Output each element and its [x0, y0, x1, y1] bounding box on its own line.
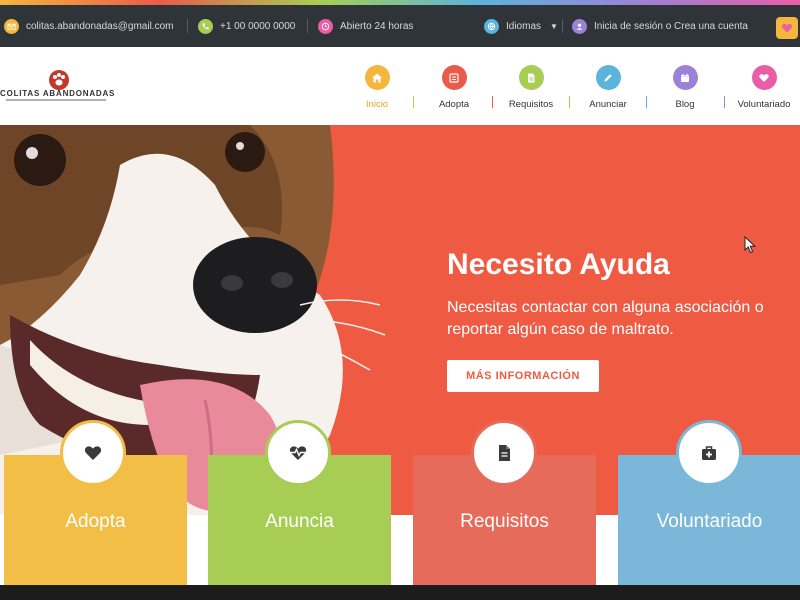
brand-logo[interactable]: COLITAS ABANDONADAS [0, 67, 125, 107]
paw-logo-icon [49, 70, 69, 90]
phone-text: +1 00 0000 0000 [220, 20, 296, 32]
account-link[interactable]: Inicia de sesión o Crea una cuenta [572, 5, 748, 47]
main-navigation: COLITAS ABANDONADAS Inicio Adopta Requis… [0, 47, 800, 125]
heart-icon [781, 22, 793, 34]
mouse-cursor-icon [744, 236, 756, 254]
list-icon [441, 65, 467, 90]
heart-pulse-icon [265, 420, 331, 486]
nav-label-anunciar: Anunciar [589, 99, 627, 110]
nav-item-adopta[interactable]: Adopta [433, 47, 475, 125]
card-label-anuncia: Anuncia [265, 511, 334, 532]
brand-tagline-line [6, 99, 106, 101]
document-icon [471, 420, 537, 486]
more-info-button[interactable]: MÁS INFORMACIÓN [447, 360, 599, 392]
brand-name: COLITAS ABANDONADAS [0, 89, 116, 98]
nav-item-requisitos[interactable]: Requisitos [503, 47, 559, 125]
home-icon [364, 65, 390, 90]
language-dropdown[interactable]: Idiomas ▼ [484, 5, 558, 47]
nav-label-blog: Blog [675, 99, 695, 110]
chevron-down-icon: ▼ [550, 21, 558, 31]
hero-subtitle: Necesitas contactar con alguna asociació… [447, 299, 764, 338]
phone-link[interactable]: +1 00 0000 0000 [198, 5, 295, 47]
hours-info: Abierto 24 horas [318, 5, 413, 47]
nav-item-voluntariado[interactable]: Voluntariado [733, 47, 795, 125]
heart-icon [60, 420, 126, 486]
card-label-voluntariado: Voluntariado [656, 511, 763, 532]
nav-item-blog[interactable]: Blog [670, 47, 700, 125]
card-label-requisitos: Requisitos [460, 511, 549, 532]
nav-label-voluntariado: Voluntariado [737, 99, 791, 110]
nav-label-adopta: Adopta [438, 99, 470, 110]
phone-icon [198, 18, 213, 34]
document-icon [518, 65, 544, 90]
globe-icon [484, 18, 499, 34]
user-icon [572, 18, 587, 34]
page: colitas.abandonadas@gmail.com +1 00 0000… [0, 0, 800, 600]
mail-icon [4, 18, 19, 34]
calendar-icon [672, 65, 698, 90]
card-label-adopta: Adopta [65, 511, 126, 532]
edit-icon [595, 65, 621, 90]
nav-item-anunciar[interactable]: Anunciar [583, 47, 633, 125]
account-text: Inicia de sesión o Crea una cuenta [594, 20, 748, 32]
hours-text: Abierto 24 horas [340, 20, 414, 32]
language-label: Idiomas [506, 20, 542, 32]
top-bar: colitas.abandonadas@gmail.com +1 00 0000… [0, 5, 800, 47]
heart-icon [751, 65, 777, 90]
favorites-button[interactable] [776, 17, 798, 39]
nav-label-inicio: Inicio [365, 99, 389, 110]
first-aid-icon [676, 420, 742, 486]
hero-title: Necesito Ayuda [447, 248, 670, 281]
window-bottom-bar [0, 585, 800, 600]
email-link[interactable]: colitas.abandonadas@gmail.com [4, 5, 173, 47]
clock-icon [318, 18, 333, 34]
email-text: colitas.abandonadas@gmail.com [26, 20, 174, 32]
nav-item-inicio[interactable]: Inicio [362, 47, 392, 125]
nav-label-requisitos: Requisitos [508, 99, 554, 110]
